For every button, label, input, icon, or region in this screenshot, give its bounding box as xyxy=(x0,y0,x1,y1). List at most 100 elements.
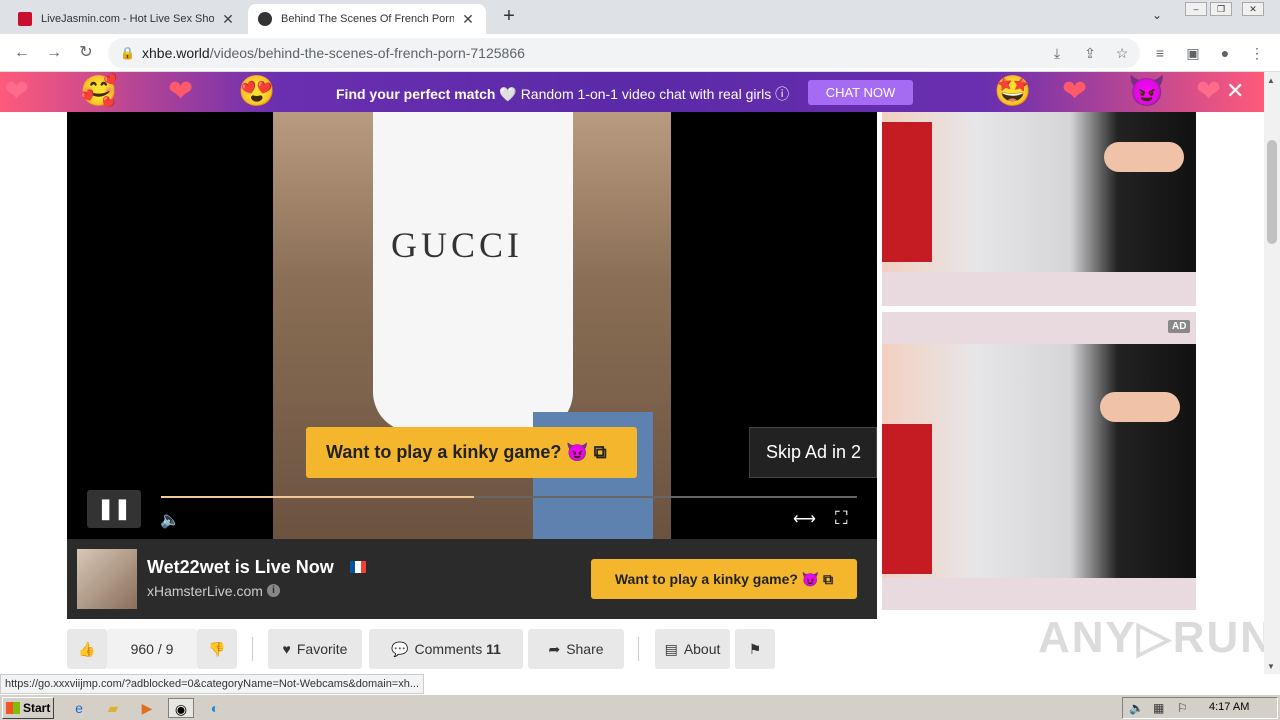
close-promo-icon[interactable]: ✕ xyxy=(1226,80,1244,102)
expand-icon[interactable]: ⟷ xyxy=(793,509,816,529)
dislike-button[interactable]: 👎 xyxy=(197,629,237,669)
flag-icon: ⚑ xyxy=(748,641,762,657)
promo-title: Find your perfect match xyxy=(336,86,496,102)
reload-icon[interactable]: ↻ xyxy=(76,43,96,63)
heart-emoji-icon: ❤ xyxy=(1196,75,1222,108)
ad-image-detail xyxy=(882,424,932,574)
install-app-icon[interactable]: ⤓ xyxy=(1047,43,1067,63)
document-icon: ▤ xyxy=(664,641,678,657)
share-page-icon[interactable]: ⇪ xyxy=(1080,43,1100,63)
browser-menu-icon[interactable]: ⋮ xyxy=(1247,43,1267,63)
close-tab-icon[interactable]: ✕ xyxy=(220,11,236,28)
url-path: /videos/behind-the-scenes-of-french-porn… xyxy=(209,45,525,61)
system-tray: 🔈 ▦ ⚐ 4:17 AM xyxy=(1122,697,1278,719)
heart-emoji-icon: ❤ xyxy=(4,75,30,108)
scroll-down-icon[interactable]: ▼ xyxy=(1267,662,1275,671)
volume-icon[interactable]: 🔈 xyxy=(160,510,180,530)
ad-image-detail xyxy=(1100,392,1180,422)
about-button[interactable]: ▤ About xyxy=(655,629,730,669)
skip-ad-button[interactable]: Skip Ad in 2 xyxy=(749,427,877,478)
progress-bar[interactable] xyxy=(161,496,857,498)
forward-icon[interactable]: → xyxy=(44,43,64,63)
ad-image-detail xyxy=(882,122,932,262)
heart-icon: 🤍 xyxy=(499,86,517,102)
report-flag-button[interactable]: ⚑ xyxy=(735,629,775,669)
livejasmin-favicon-icon xyxy=(18,12,32,26)
url-text[interactable]: xhbe.world/videos/behind-the-scenes-of-f… xyxy=(142,45,525,61)
live-title[interactable]: Wet22wet is Live Now xyxy=(147,557,334,578)
ad-badge: AD xyxy=(1168,320,1191,333)
comments-button[interactable]: 💬 Comments 11 xyxy=(369,629,523,669)
tab-strip: LiveJasmin.com - Hot Live Sex Shows ✕ Be… xyxy=(0,0,1280,34)
url-host: xhbe.world xyxy=(142,45,210,61)
chat-now-button[interactable]: CHAT NOW xyxy=(808,80,913,105)
browser-toolbar: ← → ↻ 🔒 xhbe.world/videos/behind-the-sce… xyxy=(0,34,1280,72)
scroll-thumb[interactable] xyxy=(1267,140,1277,244)
close-tab-icon[interactable]: ✕ xyxy=(460,11,476,28)
address-bar[interactable]: 🔒 xhbe.world/videos/behind-the-scenes-of… xyxy=(108,38,1140,68)
divider xyxy=(252,637,253,661)
new-tab-button[interactable]: + xyxy=(498,6,520,28)
share-label: Share xyxy=(566,641,604,657)
windows-taskbar: Start e ▰ ▶ ◉ ◐ 🔈 ▦ ⚐ 4:17 AM xyxy=(0,694,1280,720)
video-player[interactable]: GUCCI Want to play a kinky game? 😈 ⧉ Ski… xyxy=(67,112,877,539)
minimize-button[interactable]: – xyxy=(1185,2,1207,16)
tab-search-button[interactable]: ⌄ xyxy=(1152,8,1162,22)
link-status-bar: https://go.xxxviijmp.com/?adblocked=0&ca… xyxy=(0,674,424,694)
pause-button[interactable]: ❚❚ xyxy=(87,490,141,528)
share-arrow-icon: ➦ xyxy=(548,641,561,657)
volume-tray-icon[interactable]: 🔈 xyxy=(1129,701,1144,715)
live-now-strip[interactable]: Wet22wet is Live Now xHamsterLive.com i … xyxy=(67,539,877,619)
clock: 4:17 AM xyxy=(1209,701,1250,713)
folder-icon[interactable]: ▰ xyxy=(102,698,124,718)
ad-banner-bottom[interactable]: AD xyxy=(882,312,1196,610)
share-button[interactable]: ➦ Share xyxy=(528,629,624,669)
heart-eyes-emoji-icon: 😍 xyxy=(238,75,276,108)
rating-count: 960 / 9 xyxy=(107,629,197,669)
tab-title: LiveJasmin.com - Hot Live Sex Shows xyxy=(41,13,214,25)
info-icon[interactable]: i xyxy=(267,584,280,597)
star-struck-emoji-icon: 🤩 xyxy=(994,75,1032,108)
kinky-game-button[interactable]: Want to play a kinky game? 😈 ⧉ xyxy=(591,559,857,599)
page-scrollbar[interactable]: ▲ ▼ xyxy=(1264,72,1280,674)
ad-image-detail xyxy=(1104,142,1184,172)
tab-xhamster[interactable]: Behind The Scenes Of French Porn | ✕ xyxy=(248,4,486,34)
heart-icon: ♥ xyxy=(282,641,291,657)
info-icon: ⓘ xyxy=(775,86,790,102)
ad-banner-top[interactable] xyxy=(882,112,1196,306)
tab-livejasmin[interactable]: LiveJasmin.com - Hot Live Sex Shows ✕ xyxy=(8,4,246,34)
comments-label: Comments xyxy=(414,641,483,657)
internet-explorer-icon[interactable]: e xyxy=(68,698,90,718)
live-site[interactable]: xHamsterLive.com xyxy=(147,583,263,599)
comments-count: 11 xyxy=(486,641,501,657)
about-label: About xyxy=(683,641,721,657)
edge-icon[interactable]: ◐ xyxy=(204,698,226,718)
media-player-icon[interactable]: ▶ xyxy=(136,698,158,718)
media-control-icon[interactable]: ≡ xyxy=(1150,43,1170,63)
profile-avatar-icon[interactable]: ● xyxy=(1215,43,1235,63)
smiling-hearts-emoji-icon: 🥰 xyxy=(80,75,118,108)
scroll-up-icon[interactable]: ▲ xyxy=(1267,76,1275,85)
progress-fill xyxy=(161,496,475,498)
restore-button[interactable]: ❐ xyxy=(1210,2,1232,16)
promo-subtitle: Random 1-on-1 video chat with real girls xyxy=(520,86,772,102)
video-subject xyxy=(373,112,573,432)
close-window-button[interactable]: ✕ xyxy=(1242,2,1264,16)
flag-tray-icon[interactable]: ⚐ xyxy=(1177,701,1188,715)
fullscreen-icon[interactable]: ⛶ xyxy=(835,508,848,529)
devil-emoji-icon: 😈 xyxy=(1128,75,1166,108)
heart-emoji-icon: ❤ xyxy=(168,75,194,108)
back-icon[interactable]: ← xyxy=(12,43,32,63)
start-button[interactable]: Start xyxy=(2,697,54,719)
like-button[interactable]: 👍 xyxy=(67,629,107,669)
chrome-icon[interactable]: ◉ xyxy=(168,698,194,718)
network-tray-icon[interactable]: ▦ xyxy=(1153,701,1164,715)
side-panel-icon[interactable]: ▣ xyxy=(1183,43,1203,63)
live-thumbnail[interactable] xyxy=(77,549,137,609)
bookmark-star-icon[interactable]: ☆ xyxy=(1112,43,1132,63)
kinky-game-overlay-button[interactable]: Want to play a kinky game? 😈 ⧉ xyxy=(306,427,637,478)
promo-banner[interactable]: ❤ 🥰 ❤ 😍 Find your perfect match 🤍 Random… xyxy=(0,72,1264,112)
divider xyxy=(638,637,639,661)
heart-emoji-icon: ❤ xyxy=(1062,75,1088,108)
favorite-button[interactable]: ♥ Favorite xyxy=(268,629,362,669)
